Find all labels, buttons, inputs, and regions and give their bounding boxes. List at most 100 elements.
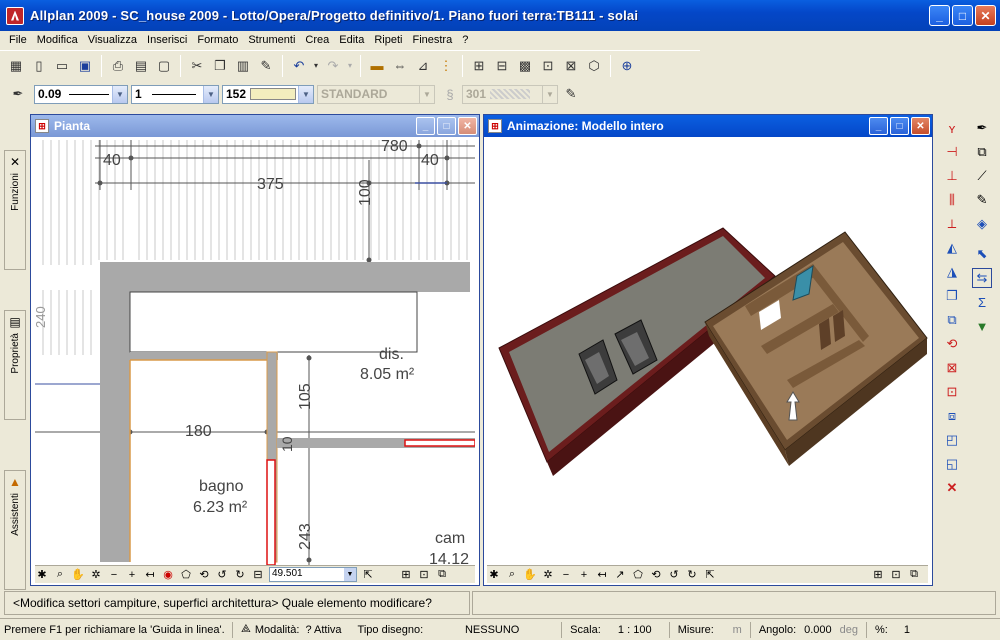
- info-icon[interactable]: ⋮: [436, 56, 456, 76]
- layer-folder-icon[interactable]: ⊞: [469, 56, 489, 76]
- fit-icon[interactable]: ⊡: [889, 568, 903, 581]
- menu-inserisci[interactable]: Inserisci: [142, 34, 192, 46]
- menu-ripeti[interactable]: Ripeti: [369, 34, 407, 46]
- layer-select[interactable]: STANDARD ▼: [317, 84, 435, 104]
- pianta-close-button[interactable]: ✕: [458, 117, 477, 135]
- modalita-status[interactable]: ⟁ Modalità: ? Attiva: [237, 623, 346, 636]
- menu-visualizza[interactable]: Visualizza: [83, 34, 142, 46]
- tab-proprieta[interactable]: ▤ Proprietà: [4, 310, 26, 420]
- tab-assistenti[interactable]: ▲ Assistenti: [4, 470, 26, 590]
- modify-2-icon[interactable]: ⊣: [942, 142, 962, 162]
- zoom-in-icon[interactable]: +: [577, 569, 591, 581]
- copy-view-icon[interactable]: ⧉: [435, 568, 449, 581]
- plot-icon[interactable]: ▢: [154, 56, 174, 76]
- modify-5-icon[interactable]: ⟂: [942, 214, 962, 234]
- move-icon[interactable]: ⧉: [942, 310, 962, 330]
- active-view-icon[interactable]: ◉: [161, 568, 175, 581]
- walk-icon[interactable]: ↗: [613, 568, 627, 581]
- scala-value[interactable]: 1 : 100: [605, 624, 665, 636]
- open-folder-icon[interactable]: ▭: [52, 56, 72, 76]
- chevron-down-icon[interactable]: ▼: [112, 85, 127, 103]
- 3d-viewport[interactable]: [487, 140, 928, 565]
- input-area[interactable]: [472, 591, 996, 615]
- pianta-window[interactable]: ⊞ Pianta _ □ ✕ 40 780 40 375 100 240 105…: [30, 114, 480, 586]
- maximize-button[interactable]: □: [952, 5, 973, 26]
- copy-icon[interactable]: ❐: [210, 56, 230, 76]
- mirror-copy-icon[interactable]: ◮: [942, 262, 962, 282]
- zoom-out-icon[interactable]: −: [559, 569, 573, 581]
- filter-icon[interactable]: ▼: [972, 316, 992, 336]
- layer-image-icon[interactable]: ▩: [515, 56, 535, 76]
- zoom-icon[interactable]: ⌕: [505, 568, 519, 581]
- misure-unit[interactable]: m: [718, 624, 746, 636]
- new-file-icon[interactable]: ▯: [29, 56, 49, 76]
- animazione-window[interactable]: ⊞ Animazione: Modello intero _ □ ✕ ✱ ⌕ ✋…: [483, 114, 933, 586]
- cut-icon[interactable]: ✂: [187, 56, 207, 76]
- copy-icon[interactable]: ❐: [942, 286, 962, 306]
- chevron-down-icon[interactable]: ▼: [542, 85, 557, 103]
- section-icon[interactable]: ⊟: [251, 568, 265, 581]
- distort-icon[interactable]: ⊡: [942, 382, 962, 402]
- paste-icon[interactable]: ▥: [233, 56, 253, 76]
- area-icon[interactable]: ⊿: [413, 56, 433, 76]
- redo-icon[interactable]: ↷: [323, 56, 343, 76]
- close-button[interactable]: ✕: [975, 5, 996, 26]
- pan-hand-icon[interactable]: ✋: [523, 568, 537, 581]
- help-search-icon[interactable]: ⊕: [617, 56, 637, 76]
- pianta-titlebar[interactable]: ⊞ Pianta _ □ ✕: [31, 115, 479, 137]
- plan-viewport[interactable]: 40 780 40 375 100 240 105 180 10 243 dis…: [35, 140, 475, 565]
- regen-icon[interactable]: ✲: [89, 568, 103, 581]
- modify-1-icon[interactable]: ʏ: [942, 118, 962, 138]
- allplan-app-icon[interactable]: [6, 6, 24, 25]
- view-3d-icon[interactable]: ⬠: [179, 568, 193, 581]
- redraw-icon[interactable]: ⇱: [703, 568, 717, 581]
- format-modify-icon[interactable]: ◈: [972, 214, 992, 234]
- angolo-value[interactable]: 0.000: [800, 624, 836, 636]
- modify-4-icon[interactable]: ⫼: [942, 190, 962, 210]
- menu-strumenti[interactable]: Strumenti: [243, 34, 300, 46]
- delete-icon[interactable]: ✕: [942, 478, 962, 498]
- offset-icon[interactable]: ◰: [942, 430, 962, 450]
- asterisk-icon[interactable]: ✱: [487, 568, 501, 581]
- redraw-icon[interactable]: ⇱: [361, 568, 375, 581]
- chevron-down-icon[interactable]: ▼: [344, 568, 356, 581]
- fit-icon[interactable]: ⊡: [417, 568, 431, 581]
- tipo-value[interactable]: NESSUNO: [427, 624, 557, 636]
- line-type-select[interactable]: 1 ▼: [131, 84, 219, 104]
- zoom-value-field[interactable]: 49.501 ▼: [269, 567, 357, 582]
- print-preview-icon[interactable]: ▤: [131, 56, 151, 76]
- scale-icon[interactable]: ⊠: [942, 358, 962, 378]
- stretch-icon[interactable]: ◱: [942, 454, 962, 474]
- previous-view-icon[interactable]: ↤: [595, 568, 609, 581]
- tab-funzioni[interactable]: ✕ Funzioni: [4, 150, 26, 270]
- undo-icon[interactable]: ↶: [289, 56, 309, 76]
- measure-icon[interactable]: ▬: [367, 56, 387, 76]
- zoom-out-icon[interactable]: −: [107, 569, 121, 581]
- modify-3-icon[interactable]: ⊥: [942, 166, 962, 186]
- menu-file[interactable]: File: [4, 34, 32, 46]
- menu-modifica[interactable]: Modifica: [32, 34, 83, 46]
- chevron-down-icon[interactable]: ▼: [298, 85, 313, 103]
- array-icon[interactable]: ⧈: [942, 406, 962, 426]
- rotate-right-icon[interactable]: ↻: [233, 568, 247, 581]
- rotate-right-icon[interactable]: ↻: [685, 568, 699, 581]
- format-properties-icon[interactable]: ✎: [561, 84, 581, 104]
- pen-modify-icon[interactable]: ✎: [972, 190, 992, 210]
- distance-icon[interactable]: ⇔: [390, 56, 410, 76]
- project-open-icon[interactable]: ▦: [6, 56, 26, 76]
- animazione-titlebar[interactable]: ⊞ Animazione: Modello intero _ □ ✕: [484, 115, 932, 137]
- pipette-icon[interactable]: ✒: [972, 118, 992, 138]
- minimize-button[interactable]: _: [929, 5, 950, 26]
- orbit-icon[interactable]: ⟲: [197, 568, 211, 581]
- previous-view-icon[interactable]: ↤: [143, 568, 157, 581]
- rotate-icon[interactable]: ⟲: [942, 334, 962, 354]
- orbit-icon[interactable]: ⟲: [649, 568, 663, 581]
- zoom-icon[interactable]: ⌕: [53, 568, 67, 581]
- pianta-maximize-button[interactable]: □: [437, 117, 456, 135]
- window-tile-icon[interactable]: ⊞: [871, 568, 885, 581]
- rotate-left-icon[interactable]: ↺: [667, 568, 681, 581]
- convert-icon[interactable]: ⇆: [972, 268, 992, 288]
- chevron-down-icon[interactable]: ▼: [203, 85, 218, 103]
- color-select[interactable]: 152 ▼: [222, 84, 314, 104]
- layer-lock-icon[interactable]: ⊡: [538, 56, 558, 76]
